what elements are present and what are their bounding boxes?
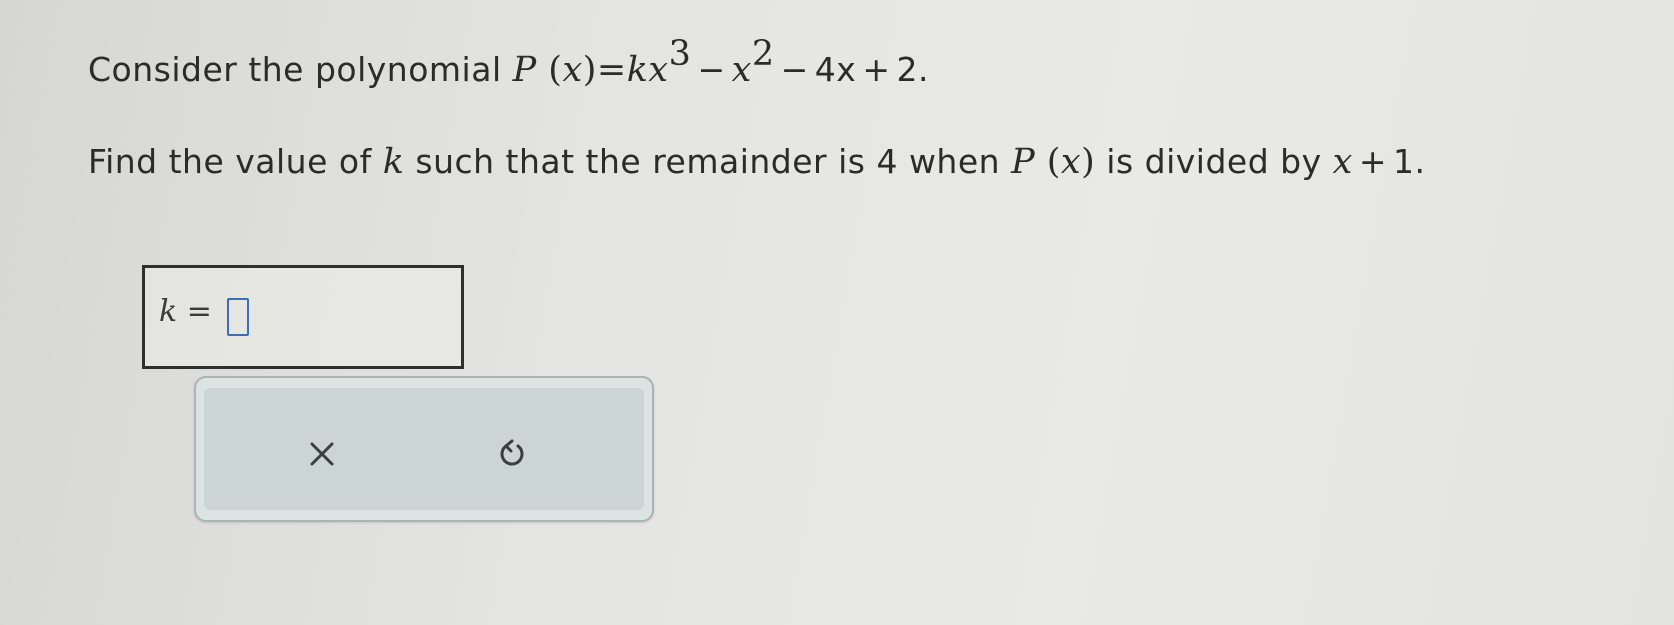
minus-sign: − bbox=[780, 50, 809, 89]
answer-box: k = bbox=[142, 265, 464, 369]
answer-variable: k bbox=[159, 294, 178, 329]
math-x-cubed: x bbox=[648, 50, 669, 90]
minus-sign: − bbox=[697, 50, 726, 89]
paren-open: ( bbox=[536, 50, 563, 90]
question-text: is divided by bbox=[1095, 142, 1333, 181]
undo-icon bbox=[500, 439, 524, 466]
answer-equals: = bbox=[177, 294, 212, 329]
question-line-1: Consider the polynomial P (x)=kx3− x2−4x +… bbox=[88, 37, 929, 91]
paren-open: ( bbox=[1035, 142, 1061, 182]
toolbar-panel bbox=[204, 388, 644, 510]
x-icon bbox=[310, 442, 334, 466]
answer-toolbar bbox=[194, 376, 654, 522]
exponent-2: 2 bbox=[751, 34, 775, 74]
constant-term: 2. bbox=[896, 50, 929, 89]
term-4x: 4x bbox=[814, 50, 857, 89]
question-text: Find the value of bbox=[88, 142, 383, 181]
math-x: x bbox=[1060, 142, 1082, 182]
answer-label: k = bbox=[159, 294, 212, 329]
clear-button[interactable] bbox=[294, 426, 350, 482]
question-text: such that the remainder is 4 when bbox=[404, 142, 1012, 181]
math-k: k bbox=[626, 50, 649, 90]
math-x: x bbox=[1332, 142, 1353, 182]
constant-one: 1. bbox=[1393, 142, 1426, 181]
exponent-3: 3 bbox=[668, 34, 692, 74]
math-P: P bbox=[512, 50, 537, 90]
math-x-squared: x bbox=[731, 50, 752, 90]
answer-input[interactable] bbox=[227, 298, 249, 336]
math-x: x bbox=[562, 50, 583, 90]
question-text: Consider the polynomial bbox=[88, 50, 513, 89]
reset-button[interactable] bbox=[484, 426, 540, 482]
question-line-2: Find the value of k such that the remain… bbox=[88, 142, 1426, 182]
plus-sign: + bbox=[1358, 142, 1388, 181]
paren-close-equals: )= bbox=[582, 50, 627, 90]
plus-sign: + bbox=[862, 50, 891, 89]
math-P: P bbox=[1011, 142, 1036, 182]
math-k: k bbox=[382, 142, 405, 182]
paren-close: ) bbox=[1081, 142, 1096, 182]
